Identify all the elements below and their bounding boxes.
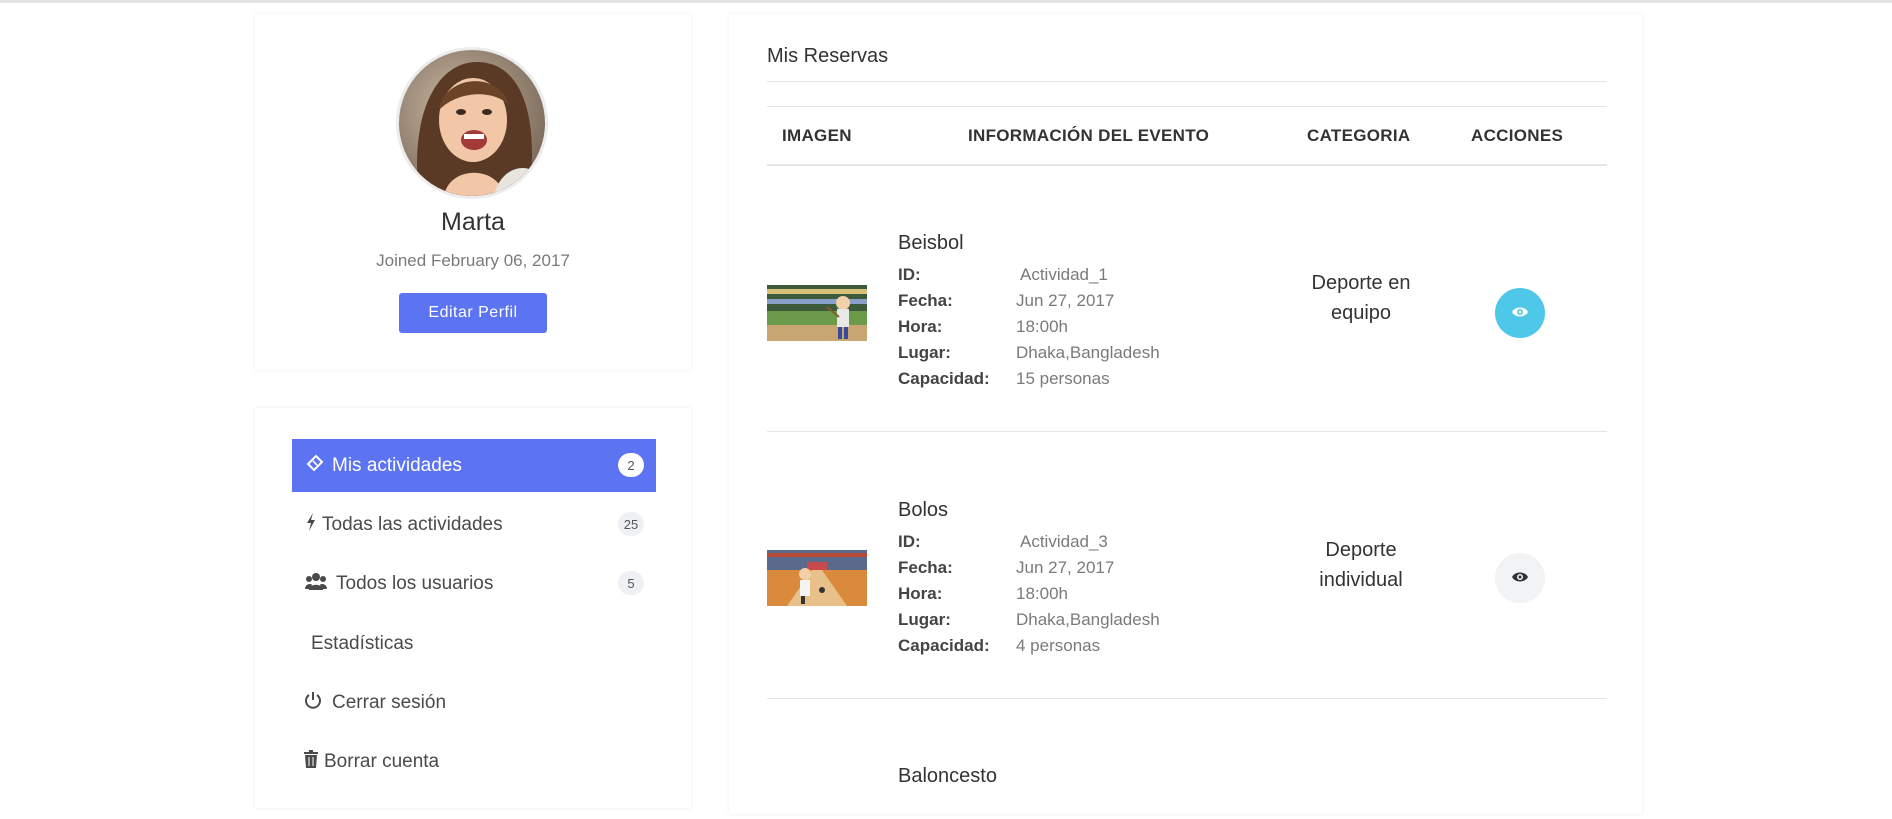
event-details: ID: Actividad_1 Fecha: Jun 27, 2017 Hora: 1… (898, 265, 1228, 395)
event-id: Actividad_3 (1020, 532, 1108, 551)
table-row: Bolos ID: Actividad_3 Fecha: Jun 27, 2017 … (767, 432, 1607, 698)
ticket-icon (304, 454, 326, 477)
field-label-capacidad: Capacidad: (898, 636, 990, 655)
event-title: Beisbol (898, 232, 964, 254)
event-capacity: 15 personas (1016, 369, 1110, 388)
bolt-icon (304, 513, 318, 536)
view-button[interactable] (1495, 553, 1545, 603)
field-label-fecha: Fecha: (898, 291, 953, 310)
event-location: Dhaka,Bangladesh (1016, 343, 1160, 362)
category-line-1: Deporte (1325, 539, 1397, 561)
field-label-fecha: Fecha: (898, 558, 953, 577)
sidebar-item-label: Todas las actividades (322, 513, 503, 535)
event-id: Actividad_1 (1020, 265, 1108, 284)
event-image-bolos (767, 550, 867, 606)
users-icon (304, 572, 328, 595)
sidebar-item-mis-actividades[interactable]: Mis actividades 2 (292, 439, 656, 492)
count-badge: 25 (618, 512, 644, 536)
sidebar-item-todos-usuarios[interactable]: Todos los usuarios 5 (292, 557, 656, 610)
field-label-hora: Hora: (898, 584, 943, 603)
event-details: ID: Actividad_3 Fecha: Jun 27, 2017 Hora: 1… (898, 532, 1228, 662)
column-header-acciones: ACCIONES (1471, 126, 1564, 145)
event-date: Jun 27, 2017 (1016, 291, 1115, 310)
event-date: Jun 27, 2017 (1016, 558, 1115, 577)
power-icon (304, 691, 322, 714)
event-title: Bolos (898, 499, 949, 521)
event-image-beisbol (767, 285, 867, 341)
category-line-2: equipo (1330, 302, 1392, 324)
column-header-informacion: INFORMACIÓN DEL EVENTO (968, 126, 1210, 145)
eye-icon (1511, 306, 1529, 321)
table-header-top-border (767, 106, 1607, 107)
count-badge: 5 (618, 571, 644, 595)
profile-name: Marta (441, 208, 505, 236)
category-line-1: Deporte en (1311, 272, 1411, 294)
event-title: Baloncesto (898, 765, 997, 787)
field-label-id: ID: (898, 265, 921, 284)
column-header-imagen: IMAGEN (782, 126, 852, 145)
sidebar-item-label: Mis actividades (332, 454, 462, 476)
event-time: 18:00h (1016, 317, 1068, 336)
sidebar-menu: Mis actividades 2 Todas las actividades … (255, 408, 691, 808)
view-button[interactable] (1495, 288, 1545, 338)
event-location: Dhaka,Bangladesh (1016, 610, 1160, 629)
column-header-categoria: CATEGORIA (1307, 126, 1411, 145)
profile-joined-date: Joined February 06, 2017 (376, 251, 570, 270)
sidebar-item-estadisticas[interactable]: Estadísticas (292, 617, 656, 670)
edit-profile-button[interactable]: Editar Perfil (399, 293, 547, 333)
field-label-capacidad: Capacidad: (898, 369, 990, 388)
profile-card: Marta Joined February 06, 2017 Editar Pe… (255, 14, 691, 370)
sidebar-item-label: Cerrar sesión (332, 691, 447, 713)
category-line-2: individual (1319, 569, 1403, 591)
event-capacity: 4 personas (1016, 636, 1101, 655)
avatar (396, 47, 548, 199)
top-border (0, 0, 1892, 3)
field-label-hora: Hora: (898, 317, 943, 336)
table-row: Baloncesto (767, 699, 1607, 819)
event-category: Deporte individual (1303, 535, 1419, 595)
sidebar-item-label: Todos los usuarios (336, 572, 494, 594)
sidebar-item-cerrar-sesion[interactable]: Cerrar sesión (292, 676, 656, 729)
sidebar-item-borrar-cuenta[interactable]: Borrar cuenta (292, 735, 656, 788)
sidebar-item-todas-actividades[interactable]: Todas las actividades 25 (292, 498, 656, 551)
table-row: Beisbol ID: Actividad_1 Fecha: Jun 27, 201… (767, 165, 1607, 431)
page-title: Mis Reservas (767, 45, 889, 67)
count-badge: 2 (618, 453, 644, 477)
event-category: Deporte en equipo (1303, 268, 1419, 328)
field-label-lugar: Lugar: (898, 610, 951, 629)
event-time: 18:00h (1016, 584, 1068, 603)
divider (767, 81, 1607, 82)
sidebar-item-label: Borrar cuenta (324, 750, 440, 772)
field-label-id: ID: (898, 532, 921, 551)
field-label-lugar: Lugar: (898, 343, 951, 362)
trash-icon (304, 750, 318, 773)
eye-icon (1511, 571, 1529, 586)
reservations-panel: Mis Reservas IMAGEN INFORMACIÓN DEL EVEN… (729, 14, 1642, 814)
sidebar-item-label: Estadísticas (311, 632, 414, 654)
